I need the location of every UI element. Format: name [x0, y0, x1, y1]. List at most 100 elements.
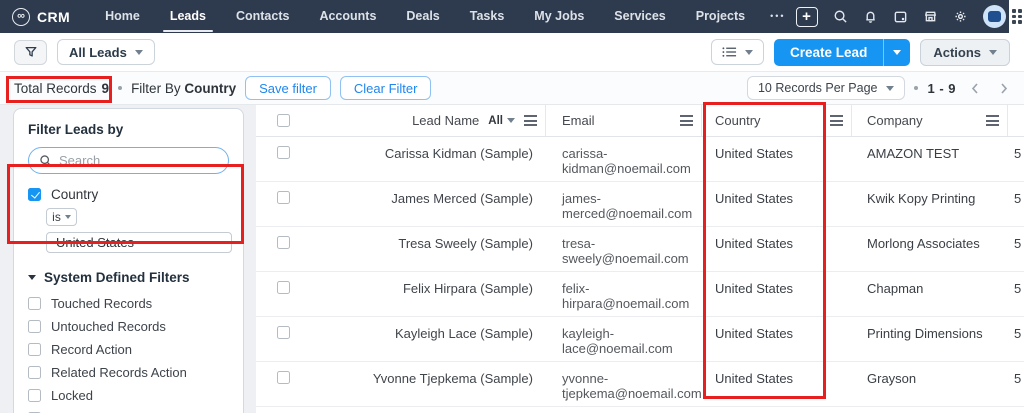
zoho-logo-icon: ∞	[12, 7, 30, 26]
column-menu-icon[interactable]	[524, 115, 537, 126]
lead-email: tresa-sweely@noemail.com	[562, 236, 689, 266]
column-menu-icon[interactable]	[986, 115, 999, 126]
settings-gear-icon[interactable]	[953, 9, 968, 24]
lead-name-header-label: Lead Name	[412, 113, 480, 128]
brand-name: CRM	[37, 8, 71, 25]
lead-name-column-header[interactable]: Lead Name All	[310, 105, 546, 136]
display-style-button[interactable]	[711, 39, 765, 65]
table-row[interactable]: Tresa Sweely (Sample) tresa-sweely@noema…	[256, 227, 1024, 272]
lead-name-link[interactable]: James Merced (Sample)	[391, 191, 533, 206]
filter-funnel-button[interactable]	[14, 39, 47, 65]
next-page-button[interactable]	[994, 82, 1014, 94]
records-per-page-dropdown[interactable]: 10 Records Per Page	[746, 76, 906, 100]
chevron-down-icon	[64, 215, 71, 219]
row-checkbox[interactable]	[276, 371, 290, 384]
table-row[interactable]: James Merced (Sample) james-merced@noema…	[256, 182, 1024, 227]
chevron-down-icon	[989, 49, 997, 55]
nav-item[interactable]: Projects	[681, 0, 760, 33]
search-icon	[40, 155, 51, 166]
user-avatar[interactable]	[982, 5, 1006, 28]
nav-item[interactable]: Leads	[155, 0, 221, 33]
table-row[interactable]: Carissa Kidman (Sample) carissa-kidman@n…	[256, 137, 1024, 182]
row-checkbox[interactable]	[276, 281, 290, 294]
row-checkbox[interactable]	[276, 191, 290, 204]
table-row[interactable]: Kayleigh Lace (Sample) kayleigh-lace@noe…	[256, 317, 1024, 362]
lead-name-link[interactable]: Carissa Kidman (Sample)	[385, 146, 533, 161]
total-records: Total Records 9	[14, 81, 109, 96]
filter-item-label: Record Action	[51, 342, 132, 357]
save-filter-button[interactable]: Save filter	[245, 76, 331, 100]
system-filter-item[interactable]: Related Records Action	[28, 361, 229, 384]
lead-country: United States	[715, 326, 794, 341]
email-column-header[interactable]: Email	[546, 105, 702, 136]
marketplace-icon[interactable]	[923, 9, 938, 24]
create-lead-button[interactable]: Create Lead	[774, 38, 884, 66]
lead-country: United States	[715, 371, 794, 386]
filter-checkbox[interactable]	[28, 366, 41, 379]
filter-search-input[interactable]	[59, 153, 218, 168]
lead-phone-cutoff: 5	[1014, 236, 1022, 251]
lead-name-link[interactable]: Kayleigh Lace (Sample)	[395, 326, 533, 341]
filter-search-box[interactable]	[28, 147, 229, 174]
nav-item[interactable]: Accounts	[304, 0, 391, 33]
country-checkbox-checked[interactable]	[28, 188, 41, 201]
quick-add-plus-button[interactable]: +	[795, 6, 818, 27]
nav-item[interactable]: Services	[599, 0, 680, 33]
lead-name-link[interactable]: Tresa Sweely (Sample)	[398, 236, 533, 251]
table-row[interactable]: Yvonne Tjepkema (Sample) yvonne-tjepkema…	[256, 362, 1024, 407]
nav-item[interactable]: My Jobs	[519, 0, 599, 33]
country-filter-checkbox-row[interactable]: Country	[28, 187, 229, 202]
notifications-bell-icon[interactable]	[863, 9, 878, 24]
previous-page-button[interactable]	[965, 82, 985, 94]
system-filter-item[interactable]: Record Action	[28, 338, 229, 361]
actions-button[interactable]: Actions	[920, 38, 1010, 66]
company-column-header[interactable]: Company	[852, 105, 1008, 136]
record-range: 1 - 9	[927, 80, 956, 96]
system-filter-item[interactable]: Locked	[28, 384, 229, 407]
calendar-icon[interactable]	[893, 9, 908, 24]
lead-phone-cutoff: 5	[1014, 326, 1022, 341]
filter-operator-dropdown[interactable]: is	[46, 208, 77, 226]
separator-dot	[118, 86, 123, 90]
nav-item[interactable]: Deals	[391, 0, 454, 33]
filter-checkbox[interactable]	[28, 320, 41, 333]
brand[interactable]: ∞ CRM	[12, 7, 71, 26]
all-filter-dropdown[interactable]: All	[488, 115, 515, 127]
nav-more-button[interactable]: •••	[760, 0, 795, 33]
column-menu-icon[interactable]	[680, 115, 693, 126]
lead-name-link[interactable]: Yvonne Tjepkema (Sample)	[373, 371, 533, 386]
operator-label: is	[52, 210, 61, 224]
nav-item[interactable]: Home	[90, 0, 155, 33]
country-header-label: Country	[715, 113, 761, 128]
system-filter-item[interactable]: Touched Records	[28, 292, 229, 315]
system-filter-item[interactable]: Latest Email Status	[28, 407, 229, 413]
lead-country: United States	[715, 191, 794, 206]
system-defined-filters-header[interactable]: System Defined Filters	[28, 270, 229, 285]
create-lead-dropdown-button[interactable]	[883, 38, 911, 66]
filter-item-label: Untouched Records	[51, 319, 166, 334]
table-row[interactable]: Felix Hirpara (Sample) felix-hirpara@noe…	[256, 272, 1024, 317]
filter-by-text: Filter By Country	[131, 81, 236, 96]
nav-item[interactable]: Contacts	[221, 0, 304, 33]
system-filter-item[interactable]: Untouched Records	[28, 315, 229, 338]
apps-grid-icon[interactable]	[1012, 9, 1024, 24]
filter-checkbox[interactable]	[28, 343, 41, 356]
country-column-header[interactable]: Country	[702, 105, 852, 136]
select-all-checkbox[interactable]	[276, 114, 290, 127]
filter-value-input[interactable]	[46, 232, 232, 253]
row-checkbox[interactable]	[276, 326, 290, 339]
lead-country: United States	[715, 281, 794, 296]
lead-phone-cutoff: 5	[1014, 191, 1022, 206]
lead-name-link[interactable]: Felix Hirpara (Sample)	[403, 281, 533, 296]
nav-item[interactable]: Tasks	[455, 0, 520, 33]
row-checkbox[interactable]	[276, 236, 290, 249]
email-header-label: Email	[562, 113, 595, 128]
clear-filter-button[interactable]: Clear Filter	[339, 76, 432, 100]
filter-checkbox[interactable]	[28, 389, 41, 402]
filter-checkbox[interactable]	[28, 297, 41, 310]
total-records-label: Total Records	[14, 80, 97, 96]
view-selector-all-leads[interactable]: All Leads	[57, 39, 155, 65]
search-icon[interactable]	[833, 9, 848, 24]
column-menu-icon[interactable]	[830, 115, 843, 126]
row-checkbox[interactable]	[276, 146, 290, 159]
